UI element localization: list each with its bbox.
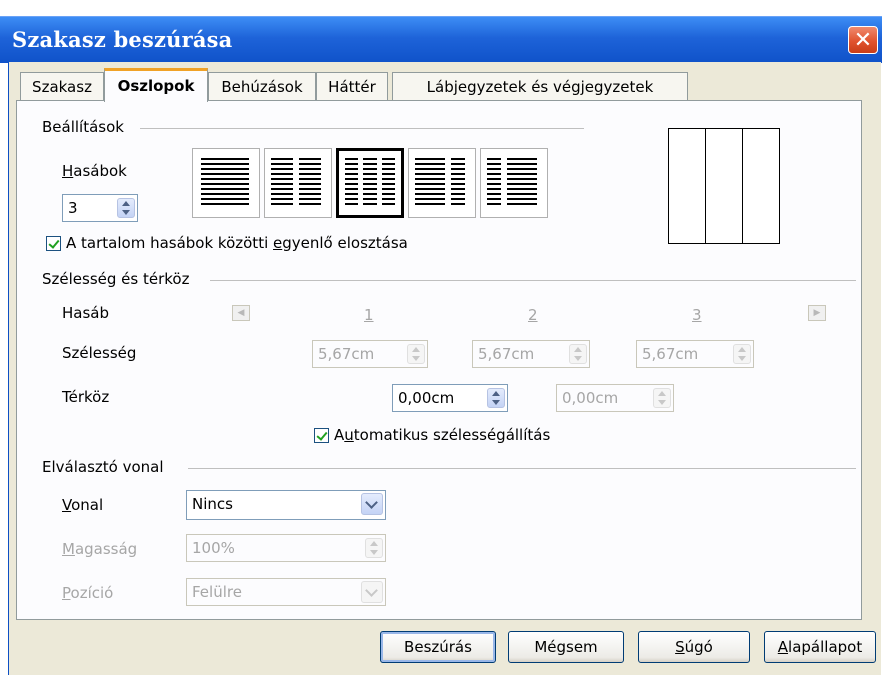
separator-heading: Elválasztó vonal [42,458,164,476]
height-spinner[interactable]: 100% [186,534,386,562]
settings-heading: Beállítások [42,118,124,136]
arrow-right-icon: ▶ [813,308,821,318]
scroll-right-button[interactable]: ▶ [808,305,826,321]
cancel-button[interactable]: Mégsem [508,631,624,663]
left-wide-columns-icon [415,158,465,205]
auto-width-label: Automatikus szélességállítás [334,426,551,444]
width-spacing-separator [210,280,856,281]
tab-indents[interactable]: Behúzások [208,72,316,100]
position-label: Pozíció [62,584,114,602]
position-dropdown[interactable]: Felülre [186,578,386,606]
close-button[interactable]: ✕ [848,26,878,54]
line-style-dropdown[interactable]: Nincs [186,490,386,520]
reset-button[interactable]: Alapállapot [764,631,876,663]
column-row-label: Hasáb [62,304,109,322]
preset-right-wide[interactable] [480,148,548,218]
tab-section[interactable]: Szakasz [20,72,104,100]
insert-button[interactable]: Beszúrás [380,631,496,663]
spacing-input-1[interactable]: 0,00cm [392,384,508,412]
equal-distribution-label: A tartalom hasábok közötti egyenlő elosz… [66,234,408,252]
spin-updown-icon [407,344,425,364]
preview-divider [742,129,743,243]
spacing-row-label: Térköz [62,388,110,406]
columns-label: Hasábok [62,162,127,180]
top-edge [0,0,882,16]
width-input-3[interactable]: 5,67cm [636,340,754,368]
equal-distribution-checkbox[interactable] [46,236,61,251]
width-row-label: Szélesség [62,344,137,362]
tab-background[interactable]: Háttér [316,72,388,100]
height-label: Magasság [62,540,138,558]
chevron-down-icon [361,581,383,603]
spin-updown-icon [569,344,587,364]
one-column-icon [201,158,249,205]
column-number-1: 1 [364,306,374,324]
column-number-3: 3 [692,306,702,324]
settings-separator [140,128,584,129]
width-input-2[interactable]: 5,67cm [472,340,590,368]
two-columns-icon [271,158,321,205]
column-number-2: 2 [528,306,538,324]
spacing-input-2[interactable]: 0,00cm [556,384,674,412]
width-spacing-heading: Szélesség és térköz [42,270,190,288]
tab-columns[interactable]: Oszlopok [104,68,208,102]
help-button[interactable]: Súgó [638,631,750,663]
spin-updown-icon [653,388,671,408]
arrow-left-icon: ◀ [237,308,245,318]
preset-left-wide[interactable] [408,148,476,218]
spin-updown-icon [733,344,751,364]
preset-three-columns[interactable] [336,148,404,218]
tab-footnotes-endnotes[interactable]: Lábjegyzetek és végjegyzetek [392,72,688,100]
spin-updown-icon[interactable] [117,198,135,218]
window-title: Szakasz beszúrása [12,27,233,52]
scroll-left-button[interactable]: ◀ [232,305,250,321]
column-preview [668,128,780,244]
line-label: Vonal [62,496,104,514]
columns-value: 3 [68,199,78,217]
columns-spinner[interactable]: 3 [62,194,138,222]
close-icon: ✕ [853,28,873,53]
preset-one-column[interactable] [192,148,260,218]
right-wide-columns-icon [487,158,537,205]
spin-updown-icon [365,538,383,558]
preview-divider [705,129,706,243]
width-input-1[interactable]: 5,67cm [312,340,428,368]
preset-two-columns[interactable] [264,148,332,218]
chevron-down-icon[interactable] [361,493,383,515]
auto-width-checkbox[interactable] [314,428,329,443]
separator-separator [188,468,856,469]
spin-updown-icon[interactable] [487,388,505,408]
three-columns-icon [345,158,395,205]
